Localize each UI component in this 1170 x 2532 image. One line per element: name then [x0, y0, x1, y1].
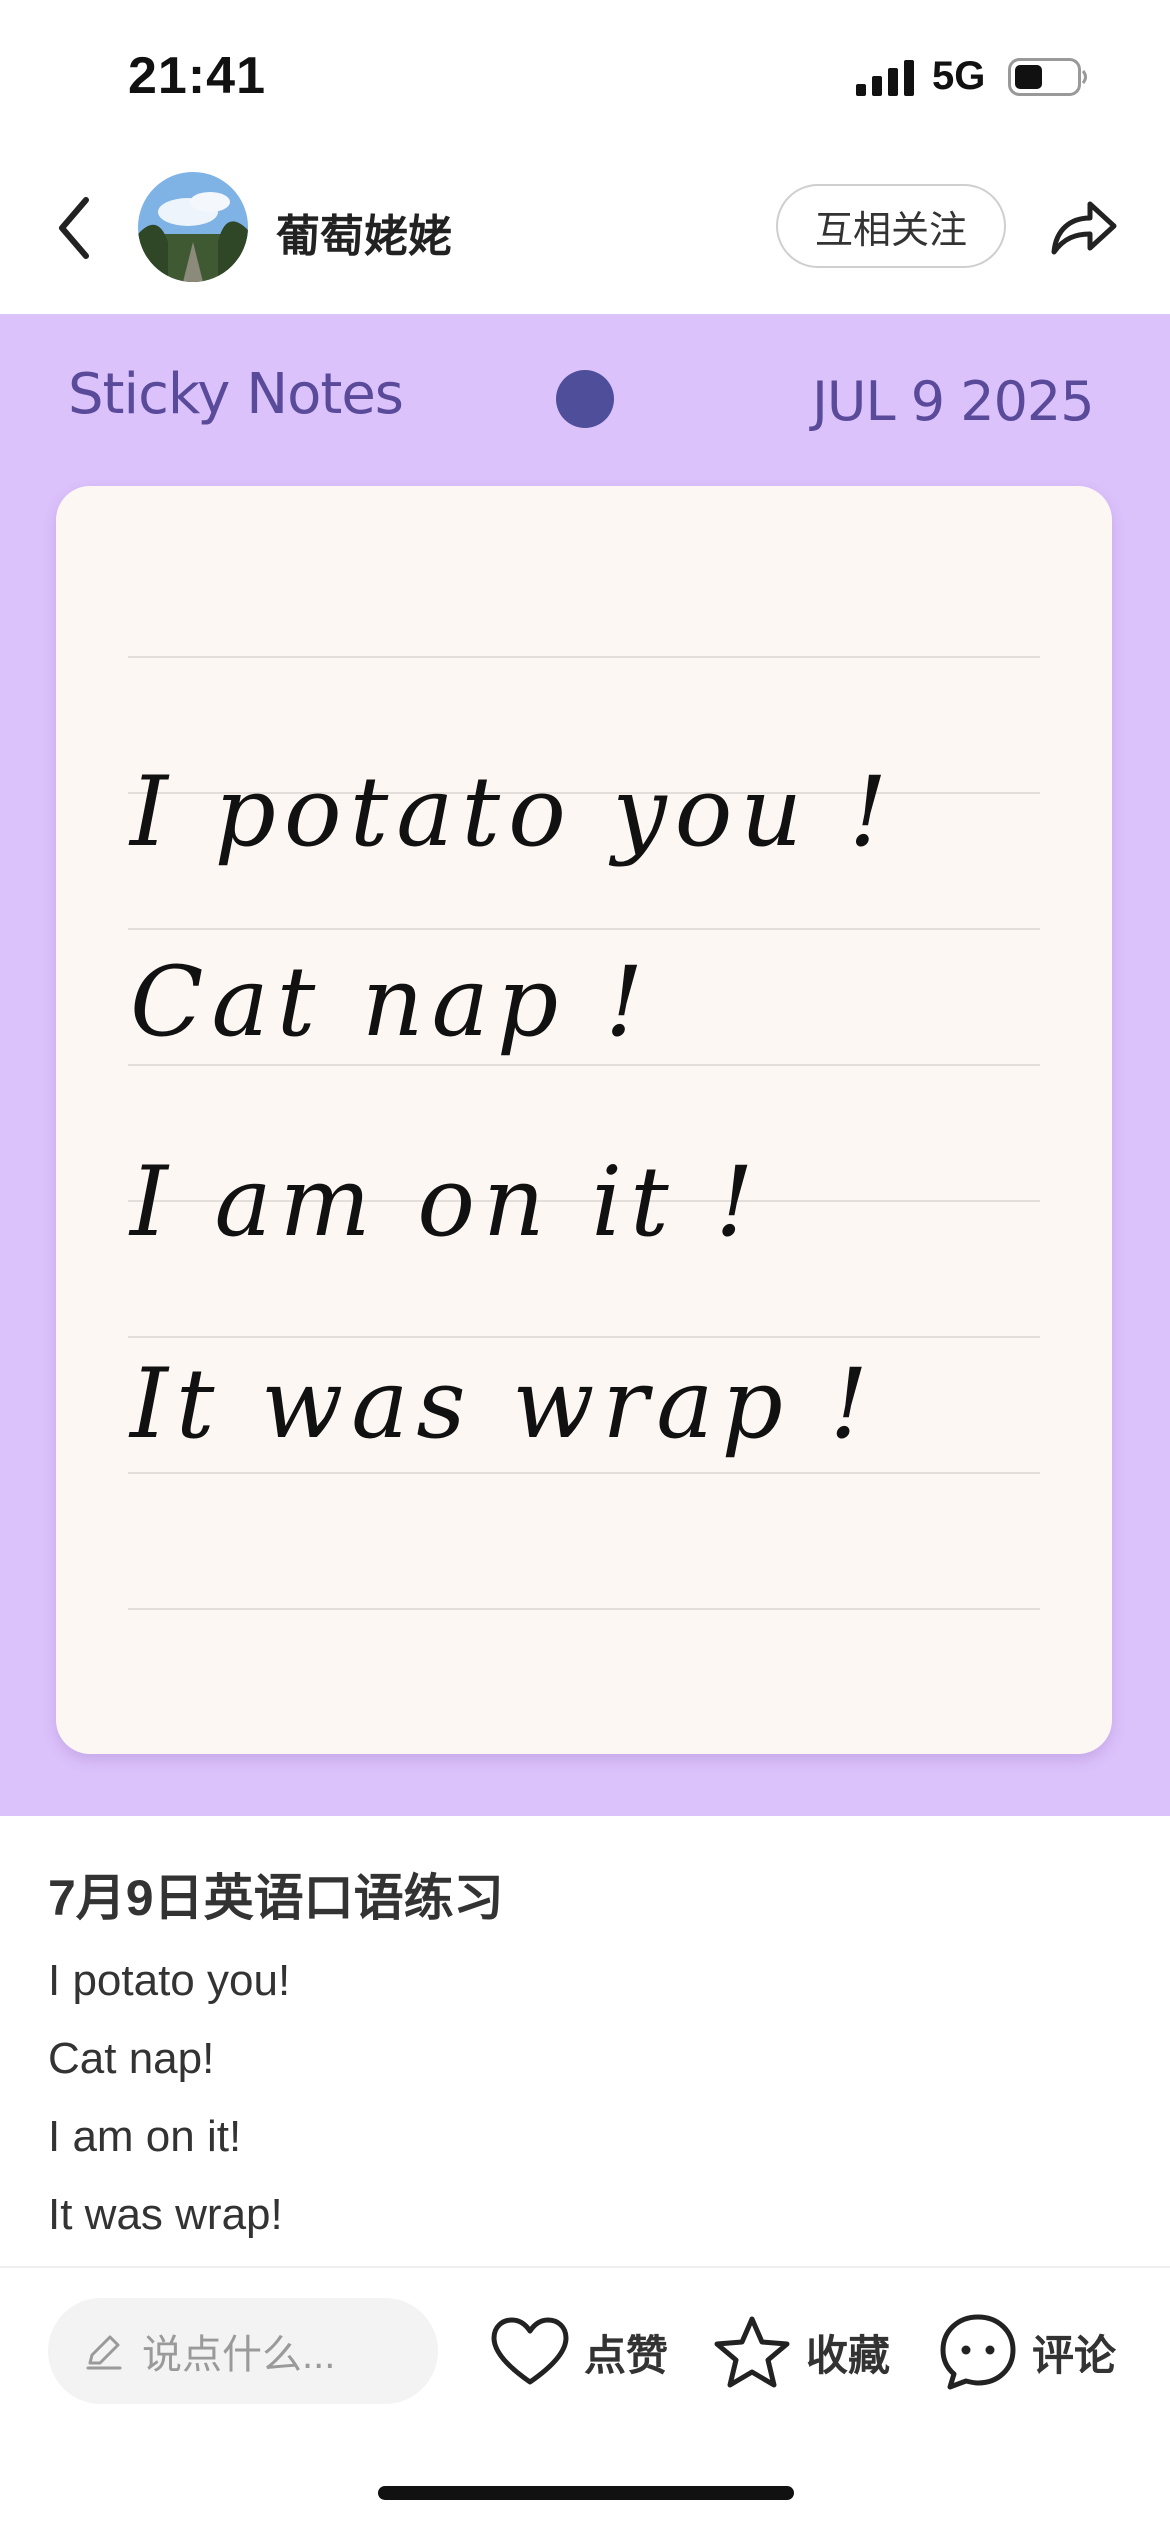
post-text-line: I potato you!: [48, 1956, 291, 2005]
chevron-left-icon: [59, 197, 89, 259]
follow-button[interactable]: 互相关注: [776, 184, 1006, 268]
battery-icon: [1008, 58, 1087, 96]
note-paper: I potato you ! Cat nap ! I am on it ! It…: [56, 486, 1112, 1754]
status-time: 21:41: [128, 47, 266, 105]
avatar-image: [138, 172, 248, 282]
network-type: 5G: [932, 54, 986, 98]
share-icon[interactable]: [1046, 190, 1120, 264]
heart-icon: [491, 2317, 569, 2385]
sticky-date: JUL 9 2025: [812, 370, 1095, 433]
handwritten-line: Cat nap !: [130, 946, 652, 1058]
handwritten-line: It was wrap !: [130, 1348, 877, 1460]
comment-button[interactable]: 评论: [938, 2310, 1116, 2394]
ruled-line: [128, 1472, 1040, 1474]
post-title: 7月9日英语口语练习: [48, 1870, 504, 1926]
ruled-line: [128, 656, 1040, 658]
post-text-line: Cat nap!: [48, 2034, 215, 2083]
ruled-line: [128, 928, 1040, 930]
comment-bubble-icon: [940, 2314, 1016, 2390]
star-icon: [714, 2316, 790, 2388]
collect-button[interactable]: 收藏: [712, 2310, 890, 2394]
handwritten-line: I potato you !: [130, 756, 896, 868]
handwritten-line: I am on it !: [130, 1146, 762, 1258]
home-indicator[interactable]: [378, 2486, 794, 2500]
dot-decoration: [556, 370, 614, 428]
avatar[interactable]: [138, 172, 248, 282]
comment-label: 评论: [1032, 2331, 1117, 2379]
sticky-title: Sticky Notes: [68, 362, 404, 427]
ruled-line: [128, 1336, 1040, 1338]
comment-input[interactable]: 说点什么...: [48, 2298, 438, 2404]
signal-icon: [856, 60, 914, 96]
divider: [0, 2266, 1170, 2268]
comment-placeholder: 说点什么...: [142, 2333, 336, 2377]
pencil-icon: [86, 2335, 122, 2370]
username[interactable]: 葡萄姥姥: [276, 200, 452, 264]
back-button[interactable]: [46, 188, 102, 268]
ruled-line: [128, 1064, 1040, 1066]
like-button[interactable]: 点赞: [490, 2310, 668, 2394]
like-label: 点赞: [584, 2331, 669, 2379]
collect-label: 收藏: [806, 2331, 891, 2379]
ruled-line: [128, 1608, 1040, 1610]
post-text-line: I am on it!: [48, 2112, 242, 2161]
post-text-line: It was wrap!: [48, 2190, 283, 2239]
